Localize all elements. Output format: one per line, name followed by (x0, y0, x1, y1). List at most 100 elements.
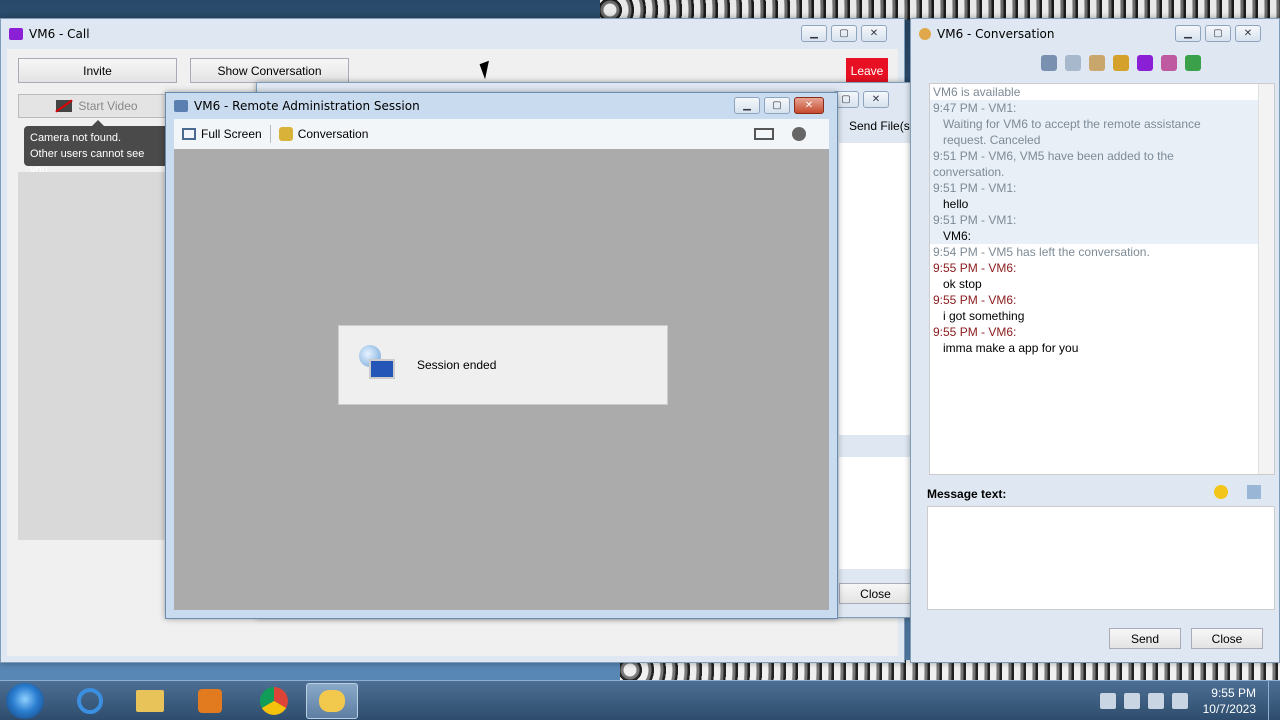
emoticon-icon[interactable] (1214, 485, 1228, 499)
toolbar-separator (269, 125, 271, 143)
start-video-label: Start Video (78, 99, 138, 113)
call-window-controls: ▁ ▢ ✕ (801, 25, 887, 42)
file-explorer-icon[interactable] (124, 683, 176, 719)
chat-message-line: ok stop (943, 277, 982, 291)
close-button[interactable]: ✕ (794, 97, 824, 114)
remote-toolbar: Full Screen Conversation (174, 119, 829, 149)
session-ended-text: Session ended (417, 358, 497, 372)
taskbar: 9:55 PM 10/7/2023 (0, 680, 1280, 720)
clock-date: 10/7/2023 (1202, 702, 1256, 716)
remote-session-icon (174, 100, 188, 112)
session-ended-dialog: Session ended (338, 325, 668, 405)
conversation-close-button[interactable]: Close (1191, 628, 1263, 649)
full-screen-label: Full Screen (201, 127, 262, 141)
minimize-button[interactable]: ▁ (1175, 25, 1201, 42)
chat-message-line: 9:51 PM - VM1: (930, 180, 1274, 196)
show-desktop-button[interactable] (1268, 681, 1280, 720)
chat-message-line: 9:54 PM - VM5 has left the conversation. (933, 245, 1150, 259)
remote-assist-icon[interactable] (1041, 55, 1057, 71)
conversation-window-title: VM6 - Conversation (937, 27, 1055, 41)
conversation-label: Conversation (297, 127, 369, 141)
maximize-button[interactable]: ▢ (1205, 25, 1231, 42)
chat-message-line: conversation. (930, 164, 1274, 180)
background-history-pane (839, 143, 913, 435)
invite-button[interactable]: Invite (18, 58, 177, 83)
add-users-icon[interactable] (1161, 55, 1177, 71)
send-button[interactable]: Send (1109, 628, 1181, 649)
conversation-button[interactable]: Conversation (278, 127, 369, 141)
tooltip-line-1: Camera not found. (30, 132, 122, 144)
format-icon[interactable] (1247, 485, 1261, 499)
history-icon[interactable] (1065, 55, 1081, 71)
maximize-button[interactable]: ▢ (831, 25, 857, 42)
full-screen-icon (182, 128, 196, 140)
remote-toolbar-right (754, 127, 806, 141)
leave-button[interactable]: Leave (846, 58, 888, 83)
exit-icon[interactable] (1185, 55, 1201, 71)
desktop-wallpaper-bottom (620, 660, 1280, 682)
camera-tooltip: Camera not found. Other users cannot see… (24, 120, 172, 176)
close-button[interactable]: ✕ (861, 25, 887, 42)
desktop-wallpaper-top (600, 0, 1280, 20)
call-titlebar: VM6 - Call (1, 19, 904, 49)
remote-desktop-area: Session ended (174, 149, 829, 610)
background-close-button[interactable]: Close (839, 583, 912, 604)
chat-message-line: 9:47 PM - VM1: (930, 100, 1274, 116)
chrome-icon[interactable] (248, 683, 300, 719)
settings-icon[interactable] (1113, 55, 1129, 71)
video-icon[interactable] (1137, 55, 1153, 71)
clock-time: 9:55 PM (1211, 686, 1256, 700)
monitor-dropdown-icon[interactable] (754, 128, 774, 140)
chat-message-line: 9:55 PM - VM6: (933, 325, 1017, 339)
minimize-button[interactable]: ▁ (734, 97, 760, 114)
chat-message-line: hello (930, 196, 1274, 212)
file-icon[interactable] (1089, 55, 1105, 71)
chat-message-line: 9:55 PM - VM6: (933, 293, 1017, 307)
background-input-pane (839, 457, 913, 569)
message-input[interactable] (927, 506, 1275, 610)
background-window-controls: ▢ ✕ (833, 91, 889, 108)
settings-gear-icon[interactable] (792, 127, 806, 141)
chat-message-line: request. Canceled (930, 132, 1274, 148)
maximize-button[interactable]: ▢ (764, 97, 790, 114)
remote-administration-window: VM6 - Remote Administration Session ▁ ▢ … (165, 92, 838, 619)
start-button[interactable] (6, 683, 44, 719)
internet-explorer-icon[interactable] (64, 683, 116, 719)
close-button[interactable]: ✕ (1235, 25, 1261, 42)
chat-app-icon[interactable] (306, 683, 358, 719)
call-window-title: VM6 - Call (29, 27, 90, 41)
send-files-label: Send File(s) (849, 119, 914, 133)
remote-window-controls: ▁ ▢ ✕ (734, 97, 824, 114)
media-player-icon[interactable] (184, 683, 236, 719)
volume-muted-icon[interactable] (1172, 693, 1188, 709)
network-computer-icon (357, 345, 397, 385)
network-icon[interactable] (1148, 693, 1164, 709)
conversation-history: VM6 is available 9:47 PM - VM1: Waiting fo… (929, 83, 1275, 475)
chat-message-line: 9:55 PM - VM6: (933, 261, 1017, 275)
chat-message-line: VM6 is available (933, 85, 1021, 99)
tray-arrow-icon[interactable] (1100, 693, 1116, 709)
conversation-window-controls: ▁ ▢ ✕ (1175, 25, 1261, 42)
close-button[interactable]: ✕ (863, 91, 889, 108)
history-scrollbar[interactable] (1258, 84, 1274, 474)
conversation-window: VM6 - Conversation ▁ ▢ ✕ VM6 is availabl… (910, 18, 1280, 663)
conversation-icon (278, 127, 293, 141)
chat-message-line: 9:51 PM - VM6, VM5 have been added to th… (930, 148, 1274, 164)
camera-off-icon (55, 99, 74, 113)
user-icon (919, 28, 931, 40)
chat-message-line: 9:51 PM - VM1: (930, 212, 1274, 228)
action-center-icon[interactable] (1124, 693, 1140, 709)
show-conversation-button[interactable]: Show Conversation (190, 58, 349, 83)
start-video-button[interactable]: Start Video (18, 94, 176, 118)
chat-message-line: imma make a app for you (943, 341, 1079, 355)
send-files-button[interactable]: Send File(s) (849, 119, 914, 133)
message-text-label: Message text: (927, 487, 1007, 501)
clock[interactable]: 9:55 PM 10/7/2023 (1203, 685, 1256, 717)
remote-window-title: VM6 - Remote Administration Session (194, 99, 420, 113)
message-list: VM6 is available 9:47 PM - VM1: Waiting fo… (930, 84, 1274, 356)
video-area (18, 172, 178, 540)
system-tray (1100, 693, 1188, 709)
minimize-button[interactable]: ▁ (801, 25, 827, 42)
full-screen-button[interactable]: Full Screen (182, 127, 262, 141)
conversation-toolbar (1041, 55, 1201, 71)
